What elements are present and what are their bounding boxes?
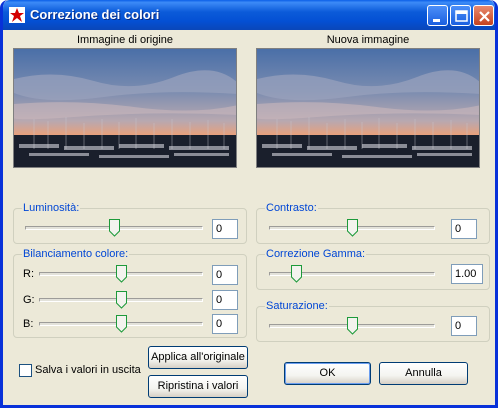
maximize-button[interactable] (450, 5, 471, 26)
saturation-value-field[interactable]: 0 (451, 316, 477, 336)
apply-to-original-button[interactable]: Applica all'originale (148, 346, 248, 369)
saturation-label: Saturazione: (265, 300, 329, 312)
saturation-slider-thumb[interactable] (347, 317, 358, 335)
save-values-checkbox[interactable] (19, 364, 32, 377)
minimize-icon (433, 19, 440, 22)
contrast-slider-thumb[interactable] (347, 219, 358, 237)
green-slider-thumb[interactable] (116, 291, 127, 309)
blue-label: B: (23, 318, 34, 330)
blue-slider-thumb[interactable] (116, 315, 127, 333)
blue-value-field[interactable]: 0 (212, 314, 238, 334)
green-label: G: (23, 294, 35, 306)
red-label: R: (23, 268, 34, 280)
gamma-label: Correzione Gamma: (265, 248, 367, 260)
original-image-preview (13, 48, 237, 168)
window-title: Correzione dei colori (30, 7, 160, 22)
original-image-caption: Immagine di origine (77, 34, 173, 46)
save-values-label[interactable]: Salva i valori in uscita (35, 364, 141, 376)
red-slider-thumb[interactable] (116, 265, 127, 283)
brightness-value-field[interactable]: 0 (212, 219, 238, 239)
red-value-field[interactable]: 0 (212, 265, 238, 285)
close-button[interactable] (473, 5, 494, 26)
new-image-caption: Nuova immagine (326, 34, 410, 46)
brightness-label: Luminosità: (22, 202, 81, 214)
gamma-value-field[interactable]: 1.00 (451, 264, 483, 284)
app-icon (9, 7, 25, 23)
color-balance-label: Bilanciamento colore: (22, 248, 130, 260)
close-icon (479, 11, 490, 22)
minimize-button[interactable] (427, 5, 448, 26)
gamma-slider-thumb[interactable] (290, 265, 302, 283)
color-correction-dialog: Correzione dei colori Immagine di origin… (0, 0, 498, 408)
ok-button[interactable]: OK (284, 362, 371, 385)
title-bar[interactable]: Correzione dei colori (3, 0, 495, 30)
contrast-label: Contrasto: (265, 202, 318, 214)
brightness-slider-thumb[interactable] (109, 219, 120, 237)
green-value-field[interactable]: 0 (212, 290, 238, 310)
reset-values-button[interactable]: Ripristina i valori (148, 375, 248, 398)
new-image-preview (256, 48, 480, 168)
contrast-value-field[interactable]: 0 (451, 219, 477, 239)
maximize-icon (455, 10, 468, 22)
cancel-button[interactable]: Annulla (379, 362, 468, 385)
